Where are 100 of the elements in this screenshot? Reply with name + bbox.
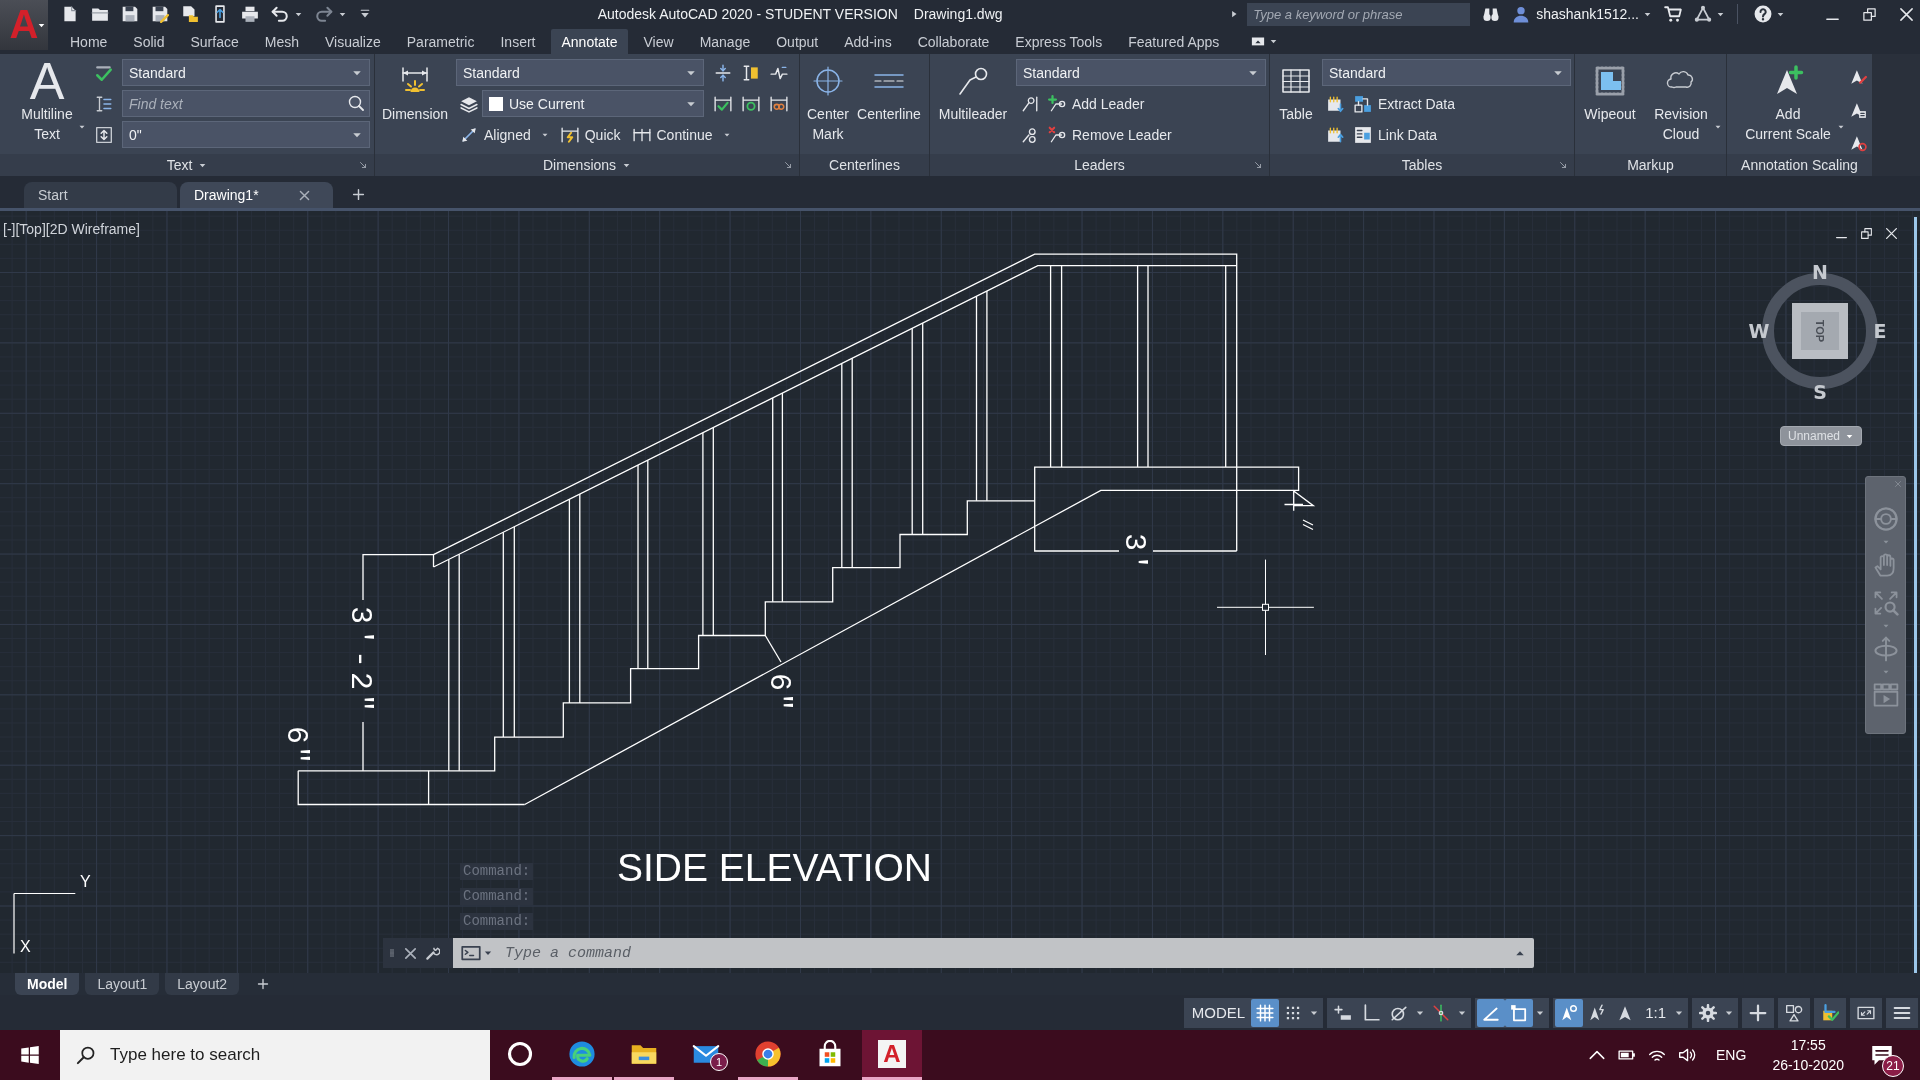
launcher-arrow-icon[interactable] [1558,160,1568,170]
center-mark-button[interactable]: Center Mark [800,59,856,144]
layer-dropdown[interactable]: Use Current [482,90,704,117]
boxed-arrows-icon[interactable] [95,125,113,144]
layout-tab[interactable]: Layout1 [85,973,160,995]
dimension-button[interactable]: Dimension [378,59,452,124]
text-cursor-icon[interactable] [95,94,113,113]
undo-icon[interactable] [271,5,289,23]
plus-icon[interactable] [352,188,365,201]
leader-circles-icon[interactable] [1021,125,1039,144]
extract-data-button[interactable]: Extract Data [1350,90,1460,117]
quick-dimension-button[interactable]: Quick [556,121,625,148]
language-indicator[interactable]: ENG [1716,1047,1747,1063]
ribbon-tab[interactable]: Solid [123,29,175,54]
clock-time[interactable]: 17:55 [1790,1037,1826,1053]
floppy-pencil-icon[interactable] [151,5,169,23]
redo-icon[interactable] [315,5,333,23]
annotation-scale-button[interactable]: 1:1 [1639,998,1672,1027]
caret-icon[interactable] [1714,123,1722,131]
launcher-arrow-icon[interactable] [1253,160,1263,170]
caret-icon[interactable] [37,21,46,30]
model-space-canvas[interactable]: 3'-2" 6" 6" 3' Y X SIDE ELEVATION [-][Top][2D Wireframe] N S W E TOP Unnamed Command: Command: Command: Type a command [0,211,1920,973]
add-leader-button[interactable]: Add Leader [1044,90,1149,117]
ribbon-tab[interactable]: Annotate [551,29,628,54]
caret-icon[interactable] [1837,123,1845,131]
check-icon[interactable] [95,63,113,82]
text-height-dropdown[interactable]: 0" [122,121,370,148]
wipeout-button[interactable]: Wipeout [1578,59,1642,124]
arrows-line-icon[interactable] [714,63,732,82]
user-icon[interactable] [1512,5,1531,23]
folder-icon[interactable] [91,5,109,23]
customize-icon[interactable] [359,8,371,20]
table-style-dropdown[interactable]: Standard [1322,59,1571,86]
ribbon-tab[interactable]: Output [766,29,829,54]
bracket-link-icon[interactable] [770,94,788,113]
windows-logo-icon[interactable] [20,1045,40,1065]
caret-icon[interactable] [78,123,86,131]
compass-label[interactable]: W [1747,320,1771,342]
close-icon[interactable] [403,945,418,961]
layout-tab[interactable]: Layout2 [165,973,240,995]
search-icon[interactable] [348,95,364,111]
help-icon[interactable] [1754,5,1772,23]
launcher-arrow-icon[interactable] [358,160,368,170]
compass-label[interactable]: N [1808,261,1832,283]
cart-icon[interactable] [1664,5,1682,23]
ribbon-tab[interactable]: Mesh [254,29,309,54]
restore-icon[interactable] [1862,6,1877,22]
ribbon-tab[interactable]: View [633,29,684,54]
angle-icon[interactable] [1477,998,1506,1027]
ribbon-tab[interactable]: Visualize [315,29,391,54]
bracket-block-icon[interactable] [742,63,760,82]
aligned-button[interactable]: Aligned [456,121,553,148]
bracket-circle-icon[interactable] [742,94,760,113]
find-text-field[interactable]: Find text [122,90,370,117]
speaker-icon[interactable] [1678,1046,1697,1064]
layout-tab[interactable]: Model [15,973,80,995]
ribbon-tab[interactable]: Manage [689,29,761,54]
caret-icon[interactable] [1269,37,1279,46]
printer-icon[interactable] [241,5,259,23]
page-folder-icon[interactable] [181,5,199,23]
continue-button[interactable]: Continue [628,121,735,148]
remove-leader-button[interactable]: Remove Leader [1044,121,1176,148]
restore-icon[interactable] [1860,227,1873,240]
binoculars-icon[interactable] [1482,5,1501,23]
panel-title-button[interactable]: Text [166,157,193,173]
ribbon-tab[interactable]: Parametric [396,29,485,54]
viewport-controls-label[interactable]: [-][Top][2D Wireframe] [3,221,140,237]
bracket-check-icon[interactable] [714,94,732,113]
file-tab[interactable]: Start [24,182,177,208]
wrench-icon[interactable] [425,945,440,961]
panel-title-button[interactable]: Dimensions [542,157,617,173]
ribbon-tab[interactable]: Home [60,29,118,54]
command-input-field[interactable]: Type a command [453,938,1534,968]
centerline-button[interactable]: Centerline [858,59,920,124]
user-name[interactable]: shashank1512... [1536,6,1639,22]
grid-icon[interactable] [1251,998,1280,1027]
multileader-button[interactable]: Multileader [936,59,1010,124]
ribbon-tab[interactable]: Collaborate [907,29,1000,54]
launcher-arrow-icon[interactable] [783,160,793,170]
multileader-style-dropdown[interactable]: Standard [1016,59,1266,86]
sheet-arrow-icon[interactable] [1327,125,1345,144]
ribbon-tab[interactable]: Add-ins [834,29,902,54]
file-tab[interactable]: Drawing1* [180,182,333,208]
taskbar-button[interactable]: A [862,1030,922,1080]
table-button[interactable]: Table [1273,59,1319,124]
dimension-style-dropdown[interactable]: Standard [456,59,704,86]
model-space-button[interactable]: MODEL [1185,998,1252,1027]
text-style-dropdown[interactable]: Standard [122,59,370,86]
square-corner-icon[interactable] [1505,998,1534,1027]
ribbon-tab[interactable]: Featured Apps [1118,29,1230,54]
link-data-button[interactable]: Link Data [1350,121,1442,148]
clock-date[interactable]: 26-10-2020 [1772,1057,1844,1073]
page-icon[interactable] [61,5,79,23]
ribbon-tab[interactable]: Surface [180,29,249,54]
compass-label[interactable]: E [1868,320,1892,342]
help-search-field[interactable]: Type a keyword or phrase [1247,2,1471,26]
command-prompt-icon[interactable] [461,943,481,963]
layers-icon[interactable] [460,94,478,113]
taskbar-search-field[interactable]: Type here to search [60,1030,490,1080]
taskbar-button[interactable]: 1 [676,1030,736,1080]
